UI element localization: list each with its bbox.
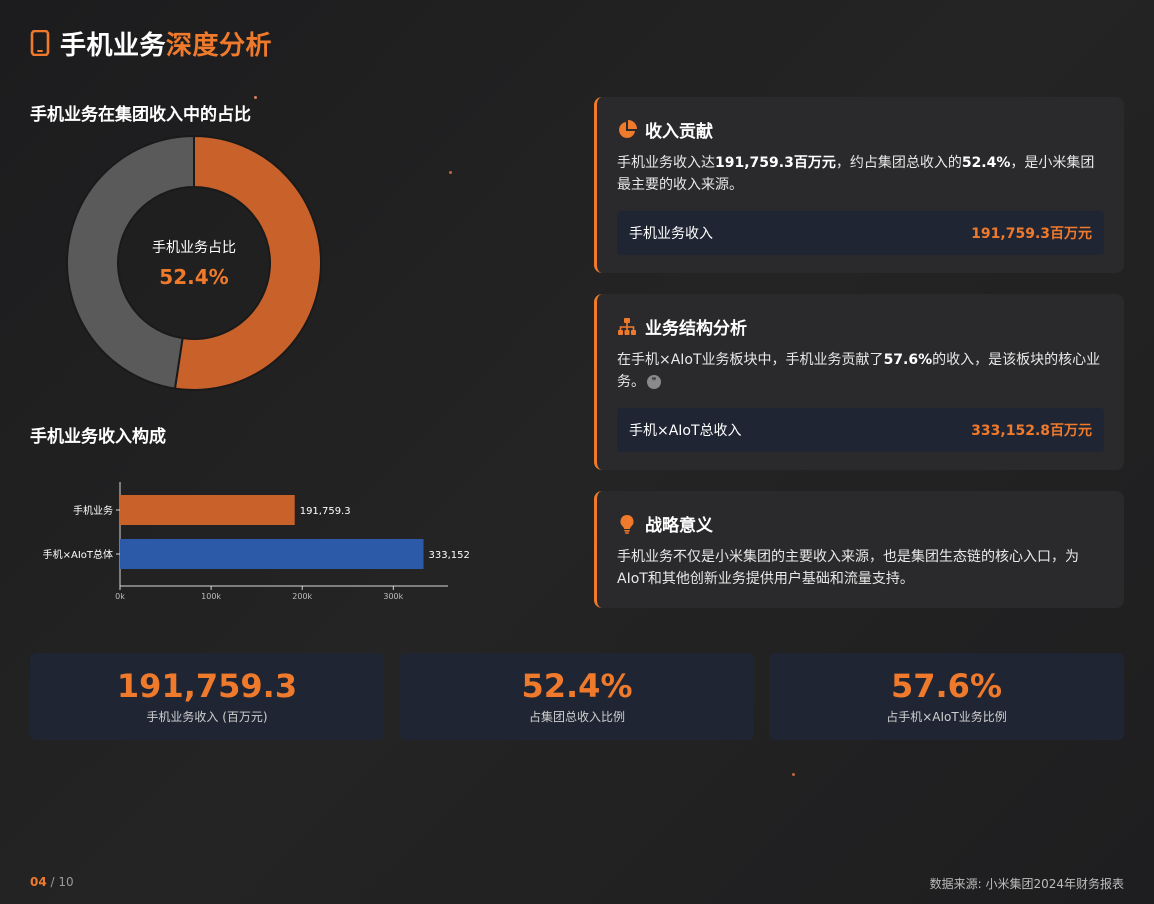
bar-section-title: 手机业务收入构成 [30, 427, 166, 447]
donut-section-title: 手机业务在集团收入中的占比 [30, 96, 257, 125]
title-dot-decoration [254, 96, 257, 99]
x-tick-label: 300k [383, 592, 403, 601]
text-part: 在手机×AIoT业务板块中，手机业务贡献了 [617, 352, 884, 368]
card-strategic-significance: 战略意义 手机业务不仅是小米集团的主要收入来源，也是集团生态链的核心入口，为AI… [594, 491, 1124, 608]
page-title: 手机业务深度分析 [60, 25, 272, 62]
bar-value-label: 333,152.8 [429, 550, 470, 561]
donut-center: 手机业务占比 52.4% [64, 133, 324, 393]
text-highlight: 57.6% [883, 352, 933, 368]
card-business-structure: 业务结构分析 在手机×AIoT业务板块中，手机业务贡献了57.6%的收入，是该板… [594, 294, 1124, 470]
stat-card-group-share: 52.4% 占集团总收入比例 [400, 653, 754, 740]
pie-chart-icon [619, 119, 637, 138]
stat-card-aiot-share: 57.6% 占手机×AIoT业务比例 [769, 653, 1124, 740]
x-tick-label: 200k [292, 592, 312, 601]
bar [120, 495, 295, 525]
stat-value: 191,759.3 [116, 667, 298, 705]
y-tick-label: 手机业务 [73, 504, 113, 517]
page-indicator: 04 / 10 [30, 875, 74, 889]
donut-title-text: 手机业务在集团收入中的占比 [30, 105, 251, 125]
decorative-dot [792, 773, 795, 776]
card-header: 业务结构分析 [617, 314, 747, 339]
x-tick-label: 0k [115, 592, 125, 601]
bar [120, 539, 424, 569]
reference-icon[interactable]: ❞ [647, 375, 661, 389]
card-title: 战略意义 [645, 516, 713, 536]
card-title: 收入贡献 [645, 122, 713, 142]
card-header: 战略意义 [617, 511, 713, 536]
stat-value: 52.4% [521, 667, 633, 705]
sitemap-icon [618, 317, 636, 335]
text-part: ，约占集团总收入的 [835, 155, 962, 171]
page-separator: / [46, 875, 59, 889]
bar-chart: 手机业务 191,759.3 手机×AIoT总体 333,152.8 0k 100k 200… [43, 482, 470, 601]
card-header: 收入贡献 [617, 117, 713, 142]
title-accent: 深度分析 [166, 30, 273, 61]
page-current: 04 [30, 875, 47, 889]
stat-card-phone-revenue: 191,759.3 手机业务收入 (百万元) [30, 653, 384, 740]
metric-value: 333,152.8百万元 [971, 423, 1092, 439]
donut-center-label: 手机业务占比 [152, 240, 236, 256]
card-text: 在手机×AIoT业务板块中，手机业务贡献了57.6%的收入，是该板块的核心业务。… [617, 349, 1102, 393]
text-part: 手机业务收入达 [617, 155, 715, 171]
x-tick-label: 100k [201, 592, 221, 601]
decorative-dot [449, 171, 452, 174]
metric-row: 手机业务收入 191,759.3百万元 [617, 211, 1104, 255]
stat-label: 手机业务收入 (百万元) [146, 710, 268, 724]
phone-icon [30, 30, 50, 56]
stat-value: 57.6% [890, 667, 1002, 705]
card-text: 手机业务收入达191,759.3百万元，约占集团总收入的52.4%，是小米集团最… [617, 152, 1102, 196]
donut-center-value: 52.4% [159, 265, 229, 289]
metric-value: 191,759.3百万元 [971, 226, 1092, 242]
metric-row: 手机×AIoT总收入 333,152.8百万元 [617, 408, 1104, 452]
page-header: 手机业务深度分析 [30, 25, 272, 62]
bar-value-label: 191,759.3 [300, 506, 351, 517]
lightbulb-icon [620, 514, 634, 534]
title-main: 手机业务 [60, 30, 167, 61]
card-revenue-contribution: 收入贡献 手机业务收入达191,759.3百万元，约占集团总收入的52.4%，是… [594, 97, 1124, 273]
text-highlight: 191,759.3百万元 [715, 155, 836, 171]
y-tick-label: 手机×AIoT总体 [43, 548, 113, 561]
metric-label: 手机×AIoT总收入 [629, 423, 742, 439]
stat-label: 占集团总收入比例 [528, 710, 625, 724]
metric-label: 手机业务收入 [629, 226, 713, 242]
card-title: 业务结构分析 [645, 319, 747, 339]
stat-label: 占手机×AIoT业务比例 [886, 710, 1007, 724]
text-highlight: 52.4% [961, 155, 1011, 171]
page-total: 10 [58, 875, 74, 889]
card-text: 手机业务不仅是小米集团的主要收入来源，也是集团生态链的核心入口，为AIoT和其他… [617, 549, 1079, 587]
data-source: 数据来源: 小米集团2024年财务报表 [929, 877, 1124, 891]
